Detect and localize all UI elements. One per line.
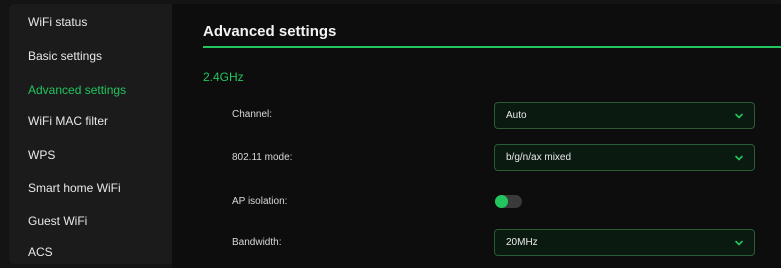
sidebar-nav: WiFi status Basic settings Advanced sett… bbox=[9, 4, 172, 264]
channel-select-value: Auto bbox=[506, 110, 527, 121]
ap-isolation-toggle[interactable] bbox=[495, 195, 522, 208]
sidebar-item-wifi-mac-filter[interactable]: WiFi MAC filter bbox=[28, 114, 108, 128]
sidebar-item-wifi-status[interactable]: WiFi status bbox=[28, 15, 87, 29]
sidebar-item-guest-wifi[interactable]: Guest WiFi bbox=[28, 214, 87, 228]
sidebar-item-smart-home-wifi[interactable]: Smart home WiFi bbox=[28, 181, 121, 195]
sidebar-item-advanced-settings[interactable]: Advanced settings bbox=[28, 83, 126, 97]
chevron-down-icon bbox=[735, 240, 743, 246]
band-heading: 2.4GHz bbox=[203, 70, 244, 84]
channel-label: Channel: bbox=[232, 109, 273, 120]
sidebar-item-wps[interactable]: WPS bbox=[28, 148, 55, 162]
page-title: Advanced settings bbox=[203, 23, 337, 40]
mode-label: 802.11 mode: bbox=[232, 152, 293, 163]
mode-select[interactable]: b/g/n/ax mixed bbox=[494, 144, 755, 171]
channel-select[interactable]: Auto bbox=[494, 102, 755, 129]
bandwidth-select-value: 20MHz bbox=[506, 237, 538, 248]
chevron-down-icon bbox=[735, 113, 743, 119]
sidebar-item-acs[interactable]: ACS bbox=[28, 245, 53, 259]
toggle-knob bbox=[495, 195, 508, 208]
title-underline bbox=[203, 46, 781, 48]
sidebar-item-basic-settings[interactable]: Basic settings bbox=[28, 49, 102, 63]
chevron-down-icon bbox=[735, 155, 743, 161]
bandwidth-label: Bandwidth: bbox=[232, 237, 282, 248]
main-panel: Advanced settings 2.4GHz Channel: Auto 8… bbox=[172, 4, 781, 268]
mode-select-value: b/g/n/ax mixed bbox=[506, 152, 572, 163]
router-settings-window: WiFi status Basic settings Advanced sett… bbox=[0, 0, 781, 268]
ap-isolation-label: AP isolation: bbox=[232, 196, 288, 207]
bandwidth-select[interactable]: 20MHz bbox=[494, 229, 755, 256]
